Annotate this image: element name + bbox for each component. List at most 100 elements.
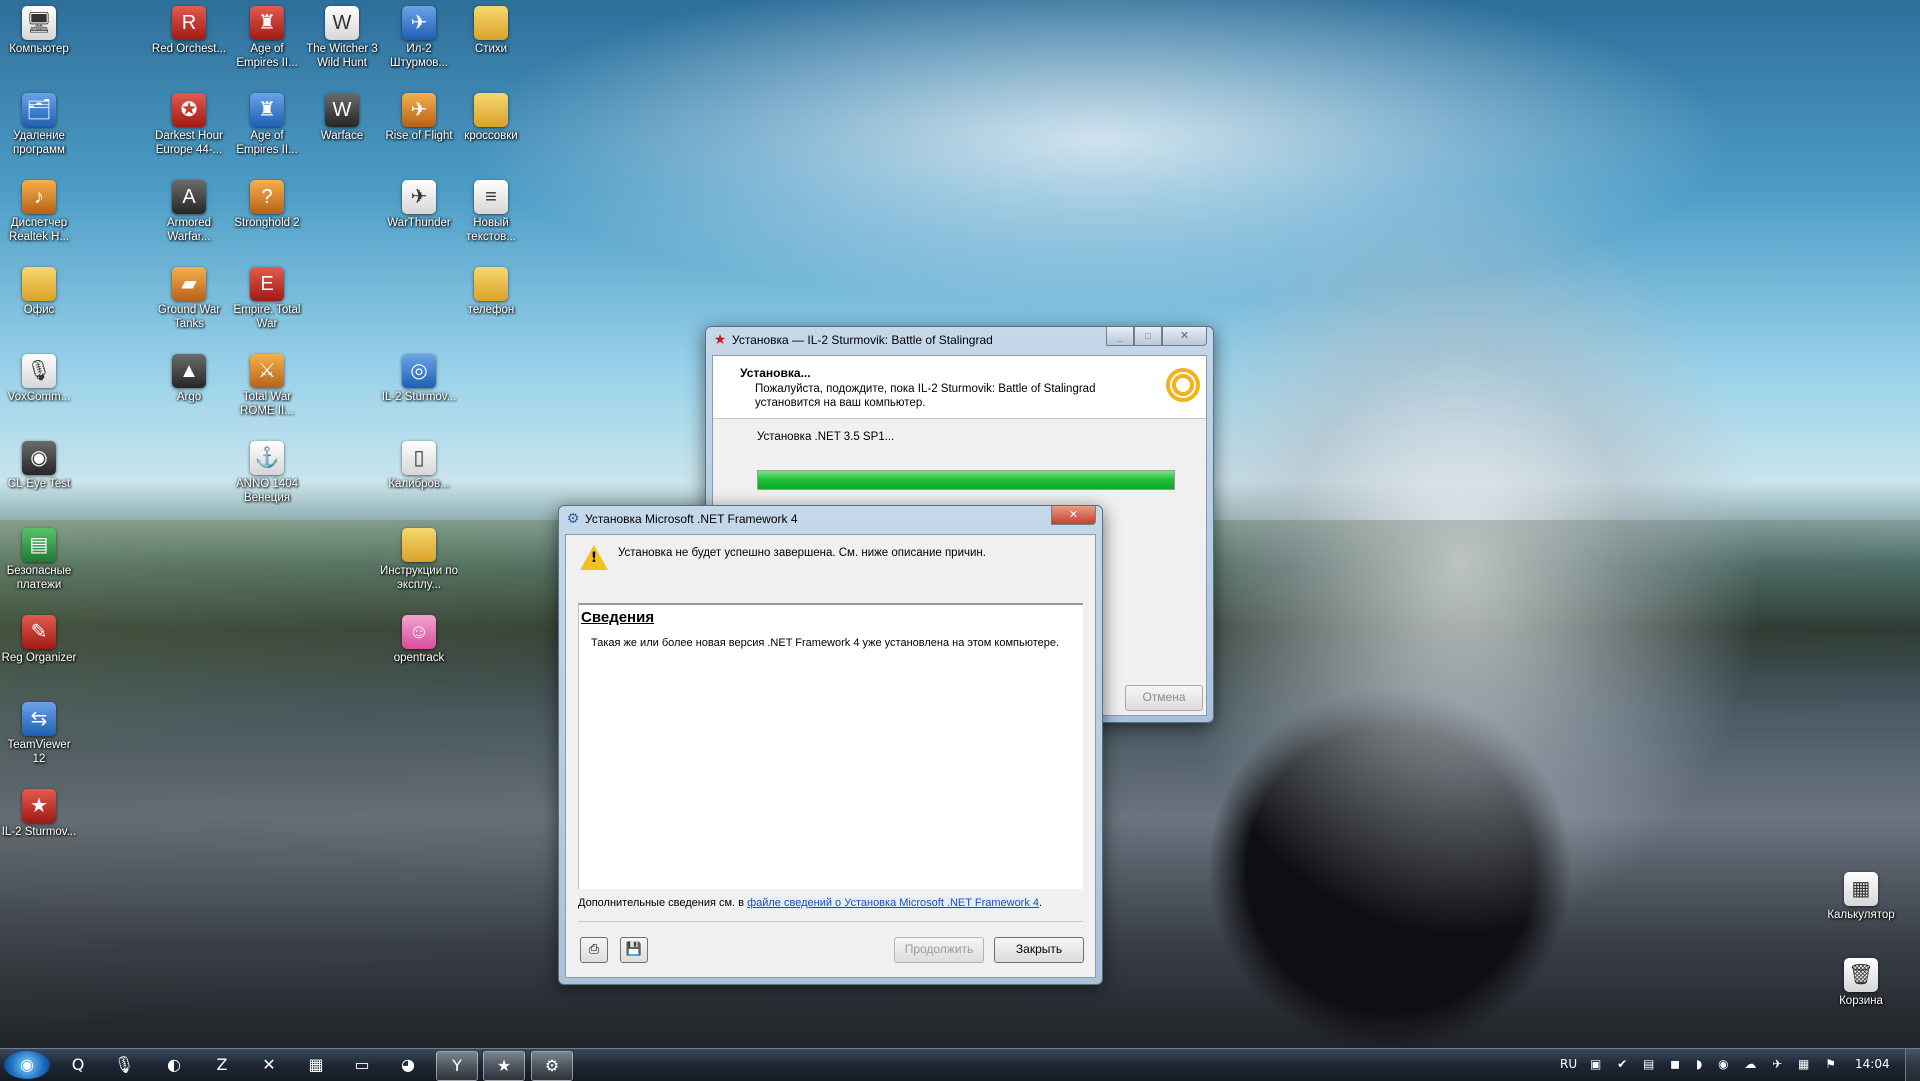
desktop-icon-label: Rise of Flight <box>385 130 453 142</box>
desktop-icon[interactable]: 🗂 Удаление программ <box>0 93 78 157</box>
desktop-icon[interactable]: ◉ CL-Eye Test <box>0 441 78 491</box>
desktop-icon[interactable]: кроссовки <box>452 93 530 143</box>
maximize-button[interactable]: ▫ <box>1134 327 1162 346</box>
chat-app-icon[interactable]: ▭ <box>342 1051 382 1079</box>
desktop-icon[interactable]: R Red Orchest... <box>150 6 228 56</box>
desktop-icon-label: Age of Empires II... <box>236 43 298 69</box>
teamviewer-icon: ⇆ <box>22 702 56 736</box>
desktop-icon[interactable]: W The Witcher 3 Wild Hunt <box>303 6 381 70</box>
continue-button[interactable]: Продолжить <box>894 937 984 963</box>
desktop-icon[interactable]: ✈ WarThunder <box>380 180 458 230</box>
desktop-icon[interactable]: Стихи <box>452 6 530 56</box>
desktop-icon[interactable]: ? Stronghold 2 <box>228 180 306 230</box>
desktop-icon[interactable]: ☺ opentrack <box>380 615 458 665</box>
steam-app-icon[interactable]: ◕ <box>388 1051 428 1079</box>
game-icon: ♜ <box>250 6 284 40</box>
tray-icons[interactable]: ▣ ✔ ▤ ◼ ◗ ◉ ☁ ✈ ▦ ⚑ <box>1590 1057 1842 1071</box>
arc-app-icon[interactable]: ◐ <box>154 1051 194 1079</box>
desktop-icon[interactable]: W Warface <box>303 93 381 143</box>
x-app-icon[interactable]: ✕ <box>249 1051 289 1079</box>
start-orb[interactable]: ◉ <box>4 1051 50 1079</box>
more-info-link[interactable]: файле сведений о Установка Microsoft .NE… <box>747 897 1040 909</box>
installer-heading: Установка... <box>740 366 811 380</box>
desktop-icon-label: Ground War Tanks <box>157 304 221 330</box>
il2-logo-icon <box>1166 368 1200 402</box>
desktop-icon[interactable]: Офис <box>0 267 78 317</box>
show-desktop-button[interactable] <box>1905 1049 1920 1081</box>
desktop-icon-label: Red Orchest... <box>151 43 227 55</box>
desktop-icon-label: TeamViewer 12 <box>7 739 71 765</box>
desktop-icon[interactable]: ◎ IL-2 Sturmov... <box>380 354 458 404</box>
tool-app-icon[interactable]: Z <box>202 1051 242 1079</box>
desktop-icon[interactable]: телефон <box>452 267 530 317</box>
voice-app-icon[interactable]: 🎙 <box>104 1051 144 1079</box>
game-icon: ▲ <box>172 354 206 388</box>
desktop-icon-label: Empire. Total War <box>233 304 301 330</box>
desktop-icon-label: Компьютер <box>9 43 69 55</box>
desktop-icon[interactable]: ♜ Age of Empires II... <box>228 93 306 157</box>
desktop-icon[interactable]: ▲ Argo <box>150 354 228 404</box>
desktop-icon[interactable]: Инструкции по эксплу... <box>380 528 458 592</box>
yandex-browser-icon[interactable]: Y <box>436 1051 478 1081</box>
search-app-icon[interactable]: Q <box>58 1051 98 1079</box>
calculator-icon: ▦ <box>1844 872 1878 906</box>
desktop-icon-label: IL-2 Sturmov... <box>1 826 77 838</box>
desktop-wallpaper: 🖥 Компьютер 🗂 Удаление программ ♪ Диспетчер R… <box>0 0 1920 1048</box>
desktop-icon-label: Инструкции по эксплу... <box>380 565 458 591</box>
close-dialog-button[interactable]: Закрыть <box>994 937 1084 963</box>
language-indicator[interactable]: RU <box>1560 1057 1577 1071</box>
desktop-icon-label: The Witcher 3 Wild Hunt <box>306 43 378 69</box>
desktop-icon[interactable]: ♜ Age of Empires II... <box>228 6 306 70</box>
desktop-icon[interactable]: ⇆ TeamViewer 12 <box>0 702 78 766</box>
game-icon: A <box>172 180 206 214</box>
recycle-bin-icon: 🗑 <box>1844 958 1878 992</box>
desktop-icon[interactable]: E Empire. Total War <box>228 267 306 331</box>
camera-icon: ◉ <box>22 441 56 475</box>
game-icon: ⚓ <box>250 441 284 475</box>
cancel-button[interactable]: Отмена <box>1125 685 1203 711</box>
netfx-content: ! Установка не будет успешно завершена. … <box>565 534 1096 978</box>
installer-taskbar-icon[interactable]: ⚙ <box>531 1051 573 1081</box>
desktop-icon[interactable]: 🖥 Компьютер <box>0 6 78 56</box>
details-panel: Сведения Такая же или более новая версия… <box>578 603 1083 889</box>
clock[interactable]: 14:04 <box>1855 1057 1890 1071</box>
desktop-icon-label: Ил-2 Штурмов... <box>390 43 448 69</box>
calculator-app-icon[interactable]: ▦ <box>296 1051 336 1079</box>
desktop-icon[interactable]: ▰ Ground War Tanks <box>150 267 228 331</box>
il2-taskbar-icon[interactable]: ★ <box>483 1051 525 1081</box>
desktop-icon[interactable]: ✈ Rise of Flight <box>380 93 458 143</box>
desktop-icon[interactable]: A Armored Warfar... <box>150 180 228 244</box>
desktop-icon-label: IL-2 Sturmov... <box>381 391 457 403</box>
desktop-icon[interactable]: ✎ Reg Organizer <box>0 615 78 665</box>
minimize-button[interactable]: _ <box>1106 327 1134 346</box>
desktop-icon[interactable]: ♪ Диспетчер Realtek H... <box>0 180 78 244</box>
save-button[interactable]: 💾 <box>620 937 648 963</box>
desktop-icon-label: Стихи <box>474 43 508 55</box>
more-info-line: Дополнительные сведения см. в файле свед… <box>578 897 1043 909</box>
desktop-icon[interactable]: 🎙 VoxComm... <box>0 354 78 404</box>
netfx-titlebar[interactable]: ⚙ Установка Microsoft .NET Framework 4 ✕ <box>559 506 1102 532</box>
close-button[interactable]: ✕ <box>1162 327 1207 346</box>
folder-icon <box>22 267 56 301</box>
installer-subtext-line2: установится на ваш компьютер. <box>755 397 926 409</box>
desktop-icon[interactable]: ≡ Новый текстов... <box>452 180 530 244</box>
installer-progress-bar <box>757 470 1175 490</box>
uninstall-icon: 🗂 <box>22 93 56 127</box>
desktop-icon-label: Age of Empires II... <box>236 130 298 156</box>
desktop-icon[interactable]: ★ IL-2 Sturmov... <box>0 789 78 839</box>
desktop-icon[interactable]: ✈ Ил-2 Штурмов... <box>380 6 458 70</box>
il2-installer-titlebar[interactable]: ★ Установка — IL-2 Sturmovik: Battle of … <box>706 327 1213 353</box>
desktop-icon[interactable]: ✪ Darkest Hour Europe 44-... <box>150 93 228 157</box>
desktop-icon[interactable]: ▯ Калибров... <box>380 441 458 491</box>
desktop-icon[interactable]: ▤ Безопасные платежи <box>0 528 78 592</box>
desktop-icon-label: Диспетчер Realtek H... <box>8 217 70 243</box>
text-file-icon: ≡ <box>474 180 508 214</box>
netfx-close-button[interactable]: ✕ <box>1051 506 1096 525</box>
desktop-icon[interactable]: ⚔ Total War ROME II... <box>228 354 306 418</box>
desktop-icon[interactable]: ▦ Калькулятор <box>1822 872 1900 922</box>
folder-icon <box>474 267 508 301</box>
desktop-icon[interactable]: ⚓ ANNO 1404 Венеция <box>228 441 306 505</box>
print-button[interactable]: ⎙ <box>580 937 608 963</box>
desktop-icon[interactable]: 🗑 Корзина <box>1822 958 1900 1008</box>
desktop-icon-label: телефон <box>467 304 515 316</box>
